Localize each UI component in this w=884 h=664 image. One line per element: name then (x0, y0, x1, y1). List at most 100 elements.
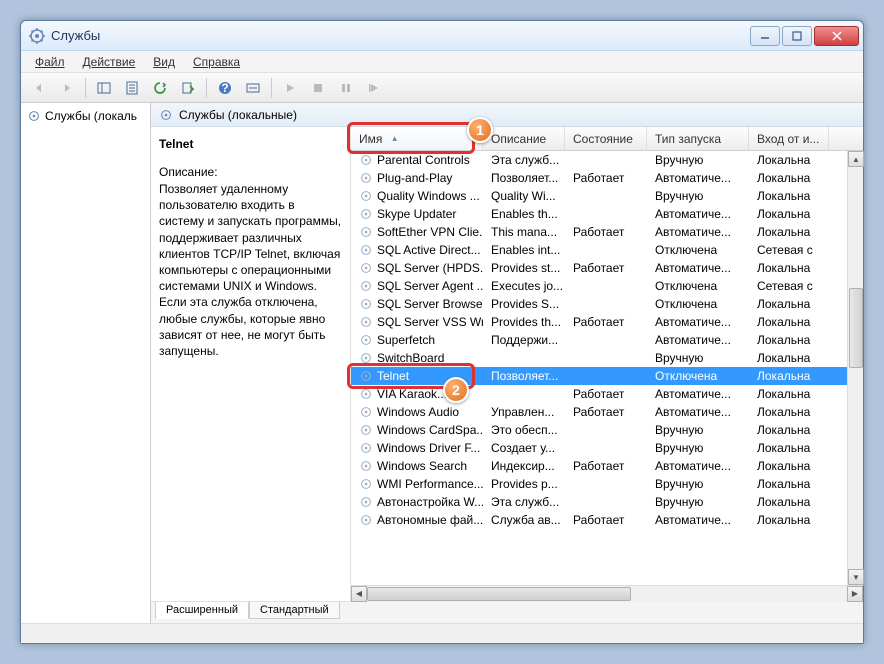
service-row[interactable]: SQL Server BrowserProvides S...Отключена… (351, 295, 847, 313)
column-name[interactable]: Имя▴ (351, 127, 483, 150)
service-icon (359, 459, 373, 473)
export-list-button[interactable] (176, 76, 200, 100)
horizontal-scrollbar[interactable]: ◀ ▶ (351, 585, 863, 601)
detail-desc-text: Позволяет удаленному пользователю входит… (159, 181, 342, 359)
cell-name: Windows Audio (351, 405, 483, 419)
menu-file[interactable]: Файл (27, 53, 73, 71)
service-row[interactable]: Parental ControlsЭта служб...ВручнуюЛока… (351, 151, 847, 169)
cell-desc: Индексир... (483, 459, 565, 473)
forward-button[interactable] (55, 76, 79, 100)
cell-name: Windows Driver F... (351, 441, 483, 455)
tab-standard[interactable]: Стандартный (249, 602, 340, 619)
titlebar[interactable]: Службы (21, 21, 863, 51)
scroll-right-button[interactable]: ▶ (847, 586, 863, 602)
service-row[interactable]: SwitchBoardВручнуюЛокальна (351, 349, 847, 367)
cell-logon: Сетевая с (749, 243, 829, 257)
minimize-button[interactable] (750, 26, 780, 46)
cell-desc: Позволяет... (483, 171, 565, 185)
service-row[interactable]: Plug-and-PlayПозволяет...РаботаетАвтомат… (351, 169, 847, 187)
cell-logon: Локальна (749, 405, 829, 419)
cell-state: Работает (565, 513, 647, 527)
detail-service-name: Telnet (159, 137, 342, 151)
tree-pane: Службы (локаль (21, 103, 151, 623)
column-start[interactable]: Тип запуска (647, 127, 749, 150)
service-icon (359, 261, 373, 275)
menu-action[interactable]: Действие (75, 53, 144, 71)
service-icon (359, 279, 373, 293)
column-state[interactable]: Состояние (565, 127, 647, 150)
pause-service-button[interactable] (334, 76, 358, 100)
tree-root-services[interactable]: Службы (локаль (21, 107, 150, 125)
service-row[interactable]: VIA Karaok...РаботаетАвтоматиче...Локаль… (351, 385, 847, 403)
cell-desc: Provides p... (483, 477, 565, 491)
service-row[interactable]: Windows AudioУправлен...РаботаетАвтомати… (351, 403, 847, 421)
menu-view[interactable]: Вид (145, 53, 183, 71)
service-row[interactable]: SQL Server VSS Wr...Provides th...Работа… (351, 313, 847, 331)
cell-state: Работает (565, 315, 647, 329)
cell-logon: Локальна (749, 495, 829, 509)
cell-logon: Локальна (749, 207, 829, 221)
cell-desc: Enables th... (483, 207, 565, 221)
vscroll-thumb[interactable] (849, 288, 863, 368)
cell-start: Автоматиче... (647, 225, 749, 239)
close-button[interactable] (814, 26, 859, 46)
cell-start: Автоматиче... (647, 405, 749, 419)
cell-state: Работает (565, 387, 647, 401)
service-row[interactable]: Windows CardSpa...Это обесп...ВручнуюЛок… (351, 421, 847, 439)
show-hide-tree-button[interactable] (92, 76, 116, 100)
help-button[interactable]: ? (213, 76, 237, 100)
services-window: Службы Файл Действие Вид Справка ? (20, 20, 864, 644)
cell-start: Автоматиче... (647, 459, 749, 473)
column-logon[interactable]: Вход от и... (749, 127, 829, 150)
service-row[interactable]: Автонастройка W...Эта служб...ВручнуюЛок… (351, 493, 847, 511)
cell-logon: Локальна (749, 261, 829, 275)
service-row[interactable]: Автономные фай...Служба ав...РаботаетАвт… (351, 511, 847, 529)
cell-logon: Локальна (749, 315, 829, 329)
action-button[interactable] (241, 76, 265, 100)
cell-start: Вручную (647, 477, 749, 491)
cell-desc: Позволяет... (483, 369, 565, 383)
service-row[interactable]: Quality Windows ...Quality Wi...ВручнуюЛ… (351, 187, 847, 205)
scroll-down-button[interactable]: ▼ (848, 569, 864, 585)
sort-asc-icon: ▴ (392, 133, 397, 144)
service-row[interactable]: SoftEther VPN Clie...This mana...Работае… (351, 223, 847, 241)
refresh-button[interactable] (148, 76, 172, 100)
service-icon (359, 405, 373, 419)
service-row[interactable]: WMI Performance...Provides p...ВручнуюЛо… (351, 475, 847, 493)
menu-help[interactable]: Справка (185, 53, 248, 71)
column-desc[interactable]: Описание (483, 127, 565, 150)
service-row[interactable]: Windows Driver F...Создает у...ВручнуюЛо… (351, 439, 847, 457)
scroll-up-button[interactable]: ▲ (848, 151, 864, 167)
service-icon (359, 477, 373, 491)
cell-logon: Локальна (749, 333, 829, 347)
scroll-left-button[interactable]: ◀ (351, 586, 367, 602)
cell-start: Отключена (647, 297, 749, 311)
cell-start: Автоматиче... (647, 333, 749, 347)
service-row[interactable]: SQL Server (HPDS...Provides st...Работае… (351, 259, 847, 277)
service-row[interactable]: SQL Server Agent ...Executes jo...Отключ… (351, 277, 847, 295)
service-row[interactable]: SuperfetchПоддержи...Автоматиче...Локаль… (351, 331, 847, 349)
service-icon (359, 513, 373, 527)
cell-logon: Локальна (749, 423, 829, 437)
maximize-button[interactable] (782, 26, 812, 46)
service-row[interactable]: Skype UpdaterEnables th...Автоматиче...Л… (351, 205, 847, 223)
properties-button[interactable] (120, 76, 144, 100)
restart-service-button[interactable] (362, 76, 386, 100)
tab-extended[interactable]: Расширенный (155, 602, 249, 619)
vertical-scrollbar[interactable]: ▲ ▼ (847, 151, 863, 585)
service-row[interactable]: SQL Active Direct...Enables int...Отключ… (351, 241, 847, 259)
cell-name: Plug-and-Play (351, 171, 483, 185)
stop-service-button[interactable] (306, 76, 330, 100)
cell-name: SwitchBoard (351, 351, 483, 365)
list-body[interactable]: Parental ControlsЭта служб...ВручнуюЛока… (351, 151, 847, 585)
back-button[interactable] (27, 76, 51, 100)
start-service-button[interactable] (278, 76, 302, 100)
hscroll-thumb[interactable] (367, 587, 631, 601)
service-list: 1 2 Имя▴ Описание Состояние Тип запуска … (351, 127, 863, 601)
cell-start: Вручную (647, 153, 749, 167)
service-row[interactable]: TelnetПозволяет...ОтключенаЛокальна (351, 367, 847, 385)
cell-state: Работает (565, 225, 647, 239)
service-row[interactable]: Windows SearchИндексир...РаботаетАвтомат… (351, 457, 847, 475)
cell-logon: Локальна (749, 477, 829, 491)
services-icon (29, 28, 45, 44)
